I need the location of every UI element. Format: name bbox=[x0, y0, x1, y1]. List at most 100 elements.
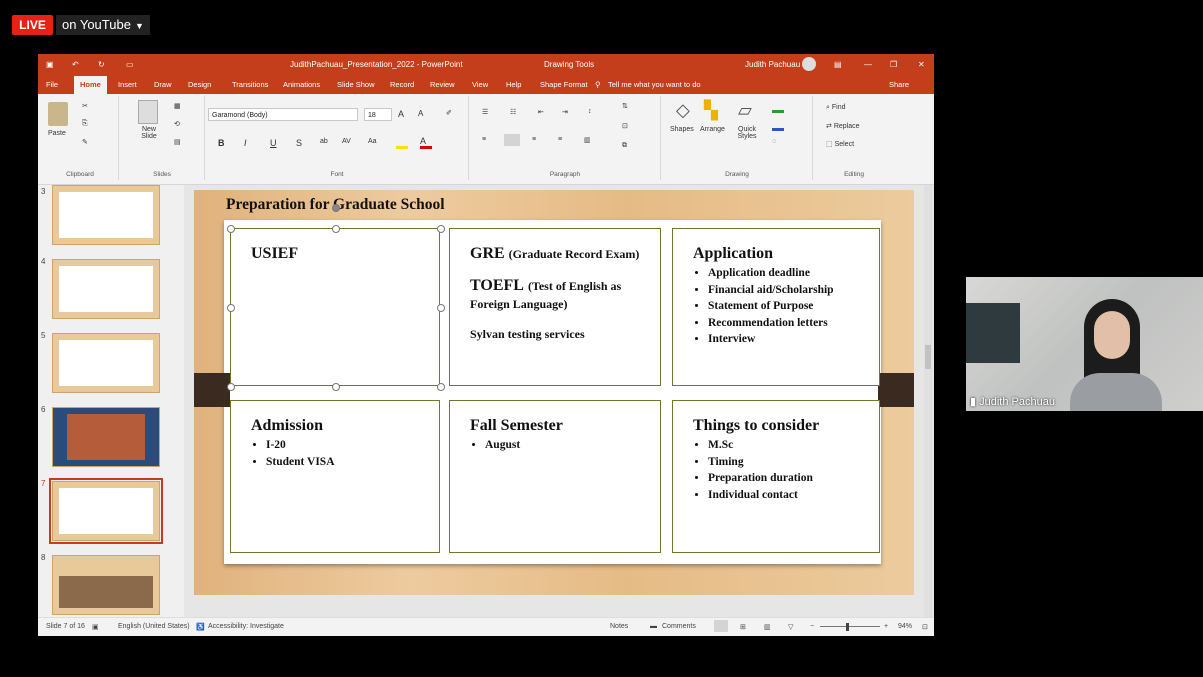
shape-fill-icon[interactable] bbox=[772, 102, 784, 113]
tab-transitions[interactable]: Transitions bbox=[232, 80, 268, 89]
align-center-icon[interactable] bbox=[504, 134, 520, 146]
zoom-slider-thumb[interactable] bbox=[846, 623, 849, 631]
cut-icon[interactable]: ✂ bbox=[82, 102, 88, 110]
thumbnail-slide-7[interactable] bbox=[49, 478, 163, 544]
shape-effects-icon[interactable]: ◌ bbox=[772, 138, 776, 145]
bullets-icon[interactable]: ☰ bbox=[482, 108, 488, 116]
vertical-scrollbar[interactable] bbox=[924, 185, 932, 617]
scrollbar-thumb[interactable] bbox=[925, 345, 931, 369]
zoom-in-icon[interactable]: + bbox=[884, 623, 888, 630]
tab-home[interactable]: Home bbox=[74, 76, 107, 94]
shapes-icon[interactable]: ◇ bbox=[676, 100, 690, 121]
resize-handle[interactable] bbox=[227, 304, 235, 312]
reset-icon[interactable]: ⟲ bbox=[174, 120, 180, 128]
ribbon-display-icon[interactable]: ▤ bbox=[834, 60, 842, 69]
thumbnail-slide-3[interactable] bbox=[52, 185, 160, 245]
save-icon[interactable]: ▣ bbox=[46, 60, 54, 69]
fall-semester-box[interactable]: Fall Semester August bbox=[449, 400, 661, 553]
align-right-icon[interactable]: ≡ bbox=[532, 136, 536, 143]
resize-handle[interactable] bbox=[332, 225, 340, 233]
tell-me-input[interactable]: Tell me what you want to do bbox=[608, 80, 701, 89]
tests-box[interactable]: GRE (Graduate Record Exam) TOEFL (Test o… bbox=[449, 228, 661, 386]
thumbnail-slide-4[interactable] bbox=[52, 259, 160, 319]
undo-icon[interactable]: ↶ bbox=[72, 60, 79, 69]
quick-styles-button[interactable]: Quick Styles bbox=[734, 126, 760, 140]
change-case-icon[interactable]: Aa bbox=[368, 138, 377, 145]
shapes-button[interactable]: Shapes bbox=[670, 126, 694, 133]
format-painter-icon[interactable]: ✎ bbox=[82, 138, 88, 146]
tab-help[interactable]: Help bbox=[506, 80, 521, 89]
layout-icon[interactable]: ▦ bbox=[174, 102, 181, 110]
zoom-level[interactable]: 94% bbox=[898, 623, 912, 630]
user-name[interactable]: Judith Pachuau bbox=[745, 60, 800, 69]
copy-icon[interactable]: ⎘ bbox=[82, 120, 88, 128]
highlight-icon[interactable] bbox=[396, 136, 408, 149]
quick-styles-icon[interactable]: ▱ bbox=[738, 100, 752, 121]
tab-view[interactable]: View bbox=[472, 80, 488, 89]
comments-button[interactable]: Comments bbox=[662, 623, 696, 630]
clear-format-icon[interactable]: ✐ bbox=[446, 109, 452, 117]
accessibility-status[interactable]: Accessibility: Investigate bbox=[208, 623, 284, 630]
resize-handle[interactable] bbox=[437, 304, 445, 312]
resize-handle[interactable] bbox=[437, 383, 445, 391]
tab-record[interactable]: Record bbox=[390, 80, 414, 89]
thumbnail-slide-6[interactable] bbox=[52, 407, 160, 467]
rotate-handle[interactable] bbox=[332, 204, 340, 212]
tab-insert[interactable]: Insert bbox=[118, 80, 137, 89]
section-icon[interactable]: ▤ bbox=[174, 138, 181, 146]
tab-review[interactable]: Review bbox=[430, 80, 455, 89]
spellcheck-icon[interactable]: ▣ bbox=[92, 623, 99, 631]
arrange-button[interactable]: Arrange bbox=[700, 126, 725, 133]
resize-handle[interactable] bbox=[332, 383, 340, 391]
tab-shape-format[interactable]: Shape Format bbox=[540, 80, 588, 89]
select-button[interactable]: ⬚ Select bbox=[826, 140, 854, 148]
underline-icon[interactable]: U bbox=[270, 138, 277, 148]
decrease-font-icon[interactable]: A bbox=[418, 109, 423, 118]
slide-canvas[interactable]: Preparation for Graduate School USIEF GR… bbox=[194, 190, 914, 595]
smartart-icon[interactable]: ⧉ bbox=[622, 142, 627, 150]
tab-file[interactable]: File bbox=[46, 80, 58, 89]
usief-box[interactable]: USIEF bbox=[230, 228, 440, 386]
minimize-icon[interactable]: — bbox=[864, 60, 872, 69]
replace-button[interactable]: ⇄ Replace bbox=[826, 122, 860, 130]
align-left-icon[interactable]: ≡ bbox=[482, 136, 486, 143]
things-to-consider-box[interactable]: Things to consider M.Sc Timing Preparati… bbox=[672, 400, 880, 553]
increase-indent-icon[interactable]: ⇥ bbox=[562, 108, 568, 116]
arrange-icon[interactable]: ▚ bbox=[704, 100, 718, 121]
decrease-indent-icon[interactable]: ⇤ bbox=[538, 108, 544, 116]
find-button[interactable]: ⌕ Find bbox=[826, 104, 846, 112]
language-label[interactable]: English (United States) bbox=[118, 623, 190, 630]
thumbnail-slide-5[interactable] bbox=[52, 333, 160, 393]
text-direction-icon[interactable]: ⇅ bbox=[622, 102, 628, 110]
paste-button[interactable]: Paste bbox=[48, 130, 66, 137]
numbering-icon[interactable]: ☷ bbox=[510, 108, 516, 116]
spacing-icon[interactable]: AV bbox=[342, 138, 351, 145]
bold-icon[interactable]: B bbox=[218, 138, 225, 148]
redo-icon[interactable]: ↻ bbox=[98, 60, 105, 69]
application-box[interactable]: Application Application deadline Financi… bbox=[672, 228, 880, 386]
tab-animations[interactable]: Animations bbox=[283, 80, 320, 89]
fit-to-window-icon[interactable]: ⊡ bbox=[922, 623, 928, 631]
font-size-select[interactable]: 18 bbox=[364, 108, 392, 121]
thumbnail-slide-8[interactable] bbox=[52, 555, 160, 615]
columns-icon[interactable]: ▥ bbox=[584, 136, 591, 144]
admission-box[interactable]: Admission I-20 Student VISA bbox=[230, 400, 440, 553]
strikethrough-icon[interactable]: ab bbox=[320, 138, 328, 145]
justify-icon[interactable]: ≡ bbox=[558, 136, 562, 143]
resize-handle[interactable] bbox=[227, 225, 235, 233]
tab-design[interactable]: Design bbox=[188, 80, 211, 89]
stream-target-dropdown[interactable]: on YouTube ▼ bbox=[56, 15, 150, 35]
new-slide-button[interactable]: New Slide bbox=[134, 126, 164, 140]
slideshow-icon[interactable]: ▽ bbox=[788, 623, 793, 631]
shadow-icon[interactable]: S bbox=[296, 138, 302, 148]
present-icon[interactable]: ▭ bbox=[126, 60, 134, 69]
italic-icon[interactable]: I bbox=[244, 138, 247, 148]
tab-draw[interactable]: Draw bbox=[154, 80, 172, 89]
align-text-icon[interactable]: ⊡ bbox=[622, 122, 628, 130]
shape-outline-icon[interactable] bbox=[772, 120, 784, 131]
line-spacing-icon[interactable]: ↕ bbox=[588, 108, 592, 115]
new-slide-icon[interactable] bbox=[138, 100, 158, 124]
tab-slide-show[interactable]: Slide Show bbox=[337, 80, 375, 89]
notes-button[interactable]: Notes bbox=[610, 623, 628, 630]
normal-view-icon[interactable] bbox=[714, 620, 728, 632]
